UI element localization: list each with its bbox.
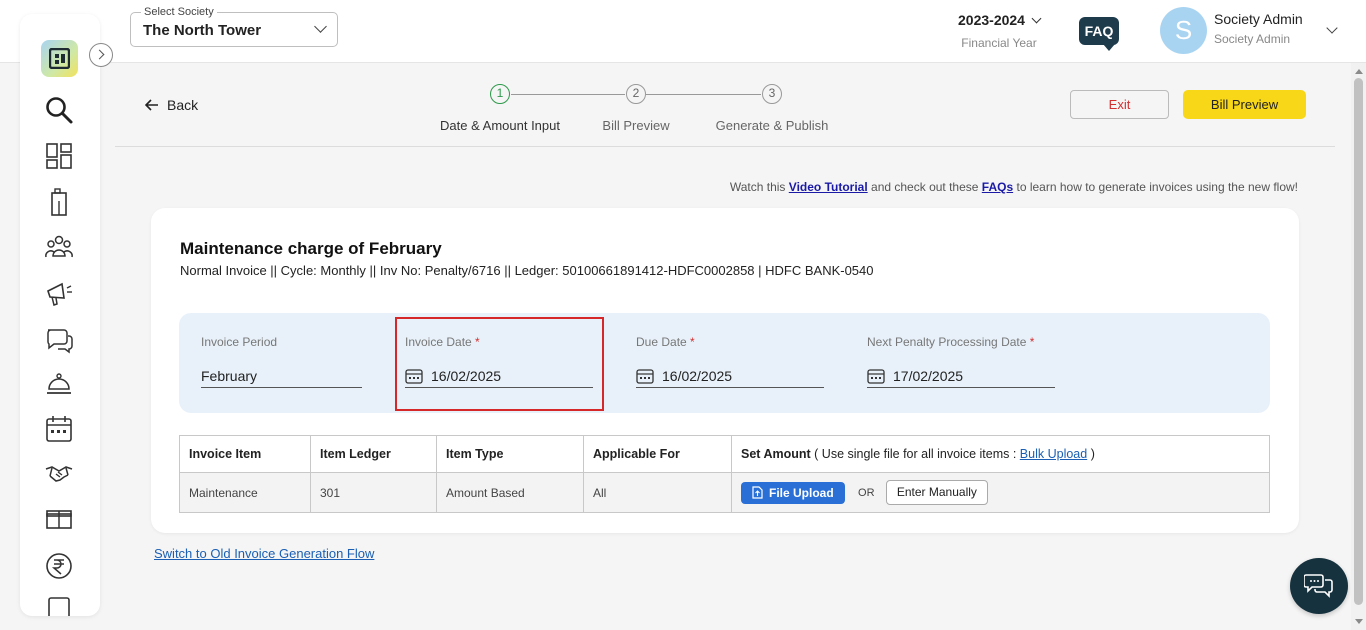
tutorial-note: Watch this Video Tutorial and check out … xyxy=(730,180,1298,194)
faq-button[interactable]: FAQ xyxy=(1079,17,1119,45)
scrollbar-thumb[interactable] xyxy=(1354,78,1363,605)
announcement-icon[interactable] xyxy=(44,278,74,308)
society-select-label: Select Society xyxy=(141,6,217,18)
penalty-date-value: 17/02/2025 xyxy=(893,368,963,384)
due-date-input[interactable]: 16/02/2025 xyxy=(636,365,824,388)
user-name: Society Admin xyxy=(1214,11,1303,27)
column-header: Applicable For xyxy=(584,436,732,473)
bill-preview-button[interactable]: Bill Preview xyxy=(1183,90,1306,119)
box-icon[interactable] xyxy=(44,504,74,534)
column-header: Item Type xyxy=(437,436,584,473)
invoice-dates-panel: Invoice Period February Invoice Date * 1… xyxy=(179,313,1270,413)
chat-support-button[interactable] xyxy=(1290,558,1348,614)
penalty-date-label: Next Penalty Processing Date * xyxy=(867,335,1034,349)
table-header-row: Invoice Item Item Ledger Item Type Appli… xyxy=(180,436,1270,473)
enter-manually-button[interactable]: Enter Manually xyxy=(886,480,988,505)
due-date-label: Due Date * xyxy=(636,335,695,349)
app-logo[interactable] xyxy=(41,40,78,77)
logo-glyph-icon xyxy=(49,48,70,69)
chat-bubbles-icon xyxy=(1304,572,1334,600)
scroll-down-arrow-icon[interactable] xyxy=(1355,619,1363,624)
invoice-date-highlight xyxy=(395,317,604,411)
building-icon[interactable] xyxy=(44,187,74,217)
bulk-upload-link[interactable]: Bulk Upload xyxy=(1020,447,1087,461)
members-icon[interactable] xyxy=(44,232,74,262)
tutorial-prefix: Watch this xyxy=(730,180,786,194)
financial-year-value: 2023-2024 xyxy=(958,12,1025,28)
society-select-value: The North Tower xyxy=(143,22,261,39)
dashboard-icon[interactable] xyxy=(44,141,74,171)
user-role: Society Admin xyxy=(1214,32,1290,46)
faqs-link[interactable]: FAQs xyxy=(982,180,1013,194)
video-tutorial-link[interactable]: Video Tutorial xyxy=(789,180,868,194)
penalty-date-field: Next Penalty Processing Date * 17/02/202… xyxy=(867,335,1034,349)
handshake-icon[interactable] xyxy=(44,459,74,489)
invoice-card: Maintenance charge of February Normal In… xyxy=(151,208,1299,533)
avatar[interactable]: S xyxy=(1160,7,1207,54)
page-scrollbar[interactable] xyxy=(1351,63,1366,630)
penalty-date-input[interactable]: 17/02/2025 xyxy=(867,365,1055,388)
file-upload-button[interactable]: File Upload xyxy=(741,482,845,504)
file-upload-label: File Upload xyxy=(769,486,834,500)
or-separator: OR xyxy=(858,487,875,499)
invoice-items-table: Invoice Item Item Ledger Item Type Appli… xyxy=(179,435,1270,513)
step-3-indicator: 3 xyxy=(762,84,782,104)
invoice-subtitle: Normal Invoice || Cycle: Monthly || Inv … xyxy=(180,263,874,278)
invoice-period-label: Invoice Period xyxy=(201,335,277,349)
scroll-up-arrow-icon[interactable] xyxy=(1355,69,1363,74)
top-header: Select Society The North Tower 2023-2024… xyxy=(0,0,1366,63)
exit-button[interactable]: Exit xyxy=(1070,90,1169,119)
item-type-cell: Amount Based xyxy=(437,473,584,513)
column-header: Item Ledger xyxy=(311,436,437,473)
sidebar-expand-button[interactable] xyxy=(89,43,113,67)
step-1-indicator: 1 xyxy=(490,84,510,104)
upload-file-icon xyxy=(752,486,763,499)
table-row: Maintenance 301 Amount Based All File Up… xyxy=(180,473,1270,513)
back-button[interactable]: Back xyxy=(145,97,198,113)
step-connector xyxy=(646,94,761,95)
invoice-period-input[interactable]: February xyxy=(201,365,362,388)
switch-old-flow-link[interactable]: Switch to Old Invoice Generation Flow xyxy=(154,546,374,561)
due-date-value: 16/02/2025 xyxy=(662,368,732,384)
set-amount-cell: File Upload OR Enter Manually xyxy=(732,473,1270,513)
back-label: Back xyxy=(167,97,198,113)
sidebar xyxy=(20,14,100,616)
chevron-down-icon xyxy=(314,20,327,33)
stepper-bar: Back 1 2 3 Date & Amount Input Bill Prev… xyxy=(115,63,1335,147)
calendar-icon xyxy=(636,368,654,384)
chevron-down-icon xyxy=(1032,14,1042,24)
invoice-item-cell: Maintenance xyxy=(180,473,311,513)
column-header: Invoice Item xyxy=(180,436,311,473)
invoice-period-field: Invoice Period February xyxy=(201,335,277,349)
services-icon[interactable] xyxy=(44,369,74,399)
search-icon[interactable] xyxy=(44,95,74,125)
calendar-icon xyxy=(867,368,885,384)
step-2-indicator: 2 xyxy=(626,84,646,104)
report-icon[interactable] xyxy=(44,596,74,616)
main-content: Back 1 2 3 Date & Amount Input Bill Prev… xyxy=(115,63,1350,630)
invoice-title: Maintenance charge of February xyxy=(180,239,442,259)
financial-year-label: Financial Year xyxy=(944,36,1054,50)
rupee-icon[interactable] xyxy=(44,551,74,581)
step-1-label: Date & Amount Input xyxy=(440,118,560,133)
step-connector xyxy=(511,94,625,95)
invoice-period-value: February xyxy=(201,368,257,384)
chat-icon[interactable] xyxy=(44,324,74,354)
financial-year-selector[interactable]: 2023-2024 Financial Year xyxy=(944,12,1054,50)
step-3-label: Generate & Publish xyxy=(716,118,829,133)
calendar-icon[interactable] xyxy=(44,414,74,444)
arrow-left-icon xyxy=(145,99,159,111)
user-menu-chevron-icon[interactable] xyxy=(1326,22,1337,33)
applicable-for-cell: All xyxy=(584,473,732,513)
due-date-field: Due Date * 16/02/2025 xyxy=(636,335,695,349)
tutorial-middle: and check out these xyxy=(871,180,978,194)
step-2-label: Bill Preview xyxy=(602,118,669,133)
item-ledger-cell: 301 xyxy=(311,473,437,513)
set-amount-header: Set Amount ( Use single file for all inv… xyxy=(732,436,1270,473)
society-select[interactable]: Select Society The North Tower xyxy=(130,12,338,47)
tutorial-suffix: to learn how to generate invoices using … xyxy=(1016,180,1298,194)
